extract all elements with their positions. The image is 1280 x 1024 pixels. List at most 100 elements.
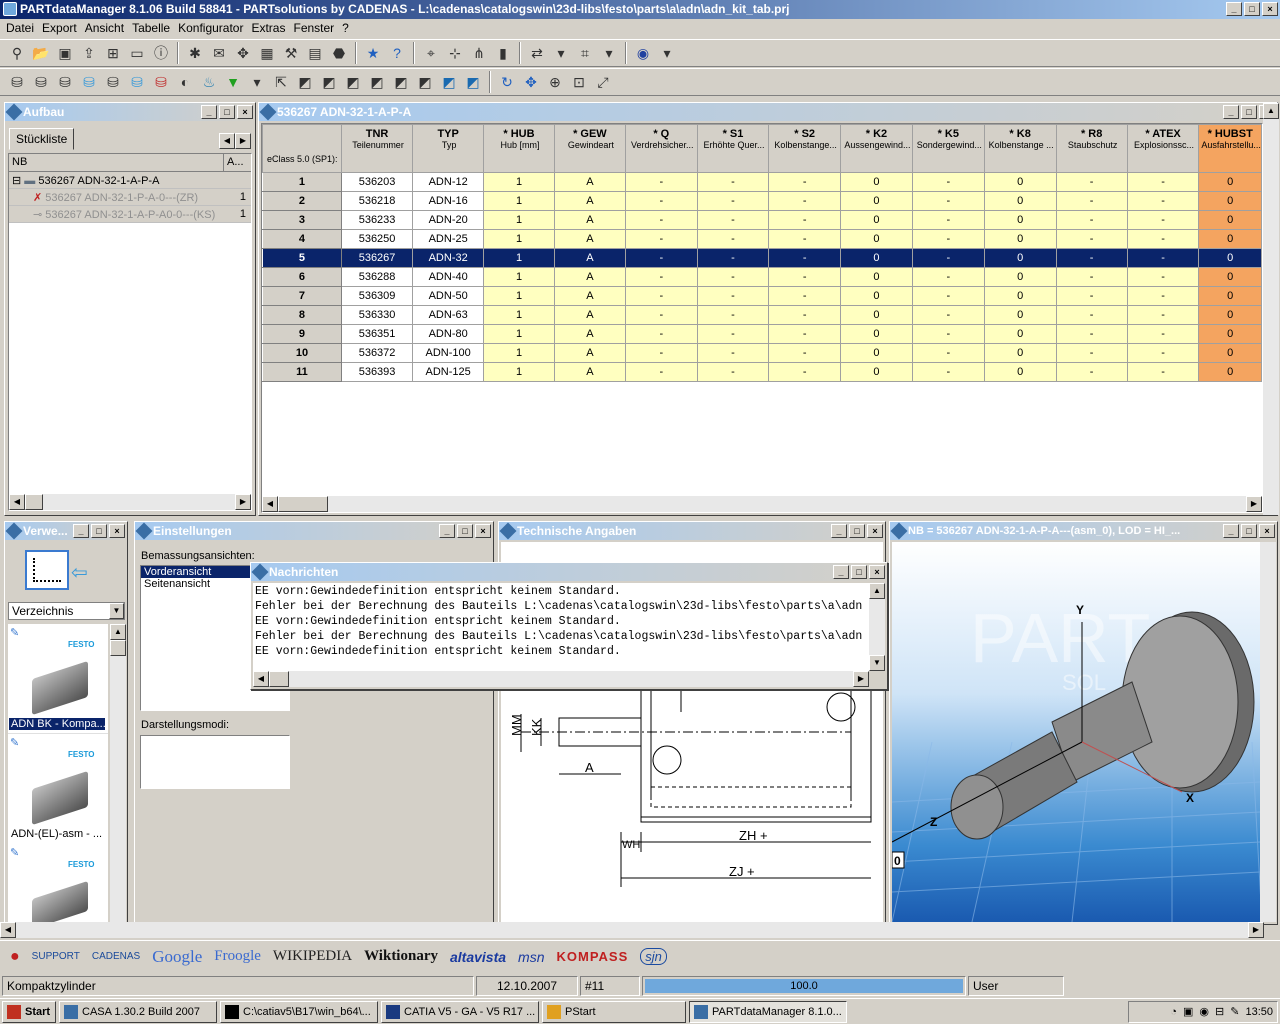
verzeichnis-dropdown[interactable]: Verzeichnis ▼ (8, 602, 125, 620)
table-cell[interactable]: ADN-32 (412, 248, 485, 268)
table-row[interactable]: 4 536250 ADN-25 1 A - - -0-0- -0 (262, 229, 1262, 249)
table-cell[interactable]: - (1126, 286, 1200, 306)
table-cell[interactable]: 536250 (340, 229, 414, 249)
table-row[interactable]: 7 536309 ADN-50 1 A - - -0-0- -0 (262, 286, 1262, 306)
table-cell[interactable]: 0 (840, 229, 913, 249)
2d-view-icon[interactable]: ▭ (126, 42, 148, 64)
table-cell[interactable]: - (624, 286, 698, 306)
table-cell[interactable]: ADN-20 (412, 210, 485, 230)
table-icon[interactable]: ▦ (256, 42, 278, 64)
row-number[interactable]: 9 (262, 324, 342, 344)
tray-icon[interactable]: ▣ (1183, 1005, 1193, 1018)
table-cell[interactable]: - (1055, 324, 1128, 344)
table-cell[interactable]: 0 (983, 324, 1057, 344)
column-header-a[interactable]: A... (224, 154, 249, 171)
table-cell[interactable]: - (1055, 191, 1128, 211)
close-button[interactable]: × (475, 524, 491, 538)
table-cell[interactable]: 1 (483, 191, 555, 211)
view-front-icon[interactable]: ◩ (294, 71, 316, 93)
view-iso-icon[interactable]: ◩ (438, 71, 460, 93)
table-cell[interactable]: - (1055, 343, 1128, 363)
scroll-thumb[interactable] (110, 640, 126, 656)
scroll-up-icon[interactable]: ▲ (869, 583, 885, 599)
table-cell[interactable]: 1 (483, 343, 555, 363)
table-cell[interactable]: 0 (983, 248, 1057, 268)
table-cell[interactable]: - (624, 191, 698, 211)
column-header[interactable]: * HUBST Ausfahrstellu... (1198, 124, 1262, 173)
directory-tree-icon[interactable] (25, 550, 69, 590)
binoculars-icon[interactable]: ⚲ (6, 42, 28, 64)
tab-scroll-right-icon[interactable]: ▶ (235, 133, 251, 149)
table-cell[interactable]: 1 (483, 172, 555, 192)
scroll-up-icon[interactable]: ▲ (1263, 103, 1279, 119)
table-cell[interactable]: - (768, 362, 842, 382)
scroll-up-icon[interactable]: ▲ (110, 624, 126, 640)
table-cell[interactable]: - (696, 172, 770, 192)
table-cell[interactable]: - (1126, 305, 1200, 325)
table-cell[interactable]: - (696, 248, 770, 268)
tray-icon[interactable]: ⊟ (1215, 1005, 1224, 1018)
row-number[interactable]: 5 (262, 248, 342, 268)
cadenas-logo-icon[interactable]: ● (10, 948, 20, 966)
table-cell[interactable]: 0 (1198, 324, 1262, 344)
table-cell[interactable]: 0 (1198, 210, 1262, 230)
clock[interactable]: 13:50 (1245, 1006, 1273, 1018)
pan-icon[interactable]: ✥ (520, 71, 542, 93)
table-cell[interactable]: 536267 (340, 248, 414, 268)
column-header[interactable]: * K5 Sondergewind... (911, 124, 985, 173)
table-cell[interactable]: 0 (840, 267, 913, 287)
scroll-left-icon[interactable]: ◀ (9, 494, 25, 510)
plugin-icon[interactable]: ✱ (184, 42, 206, 64)
table-cell[interactable]: 536218 (340, 191, 414, 211)
table-cell[interactable]: - (1126, 210, 1200, 230)
column-header[interactable]: TNR Teilenummer (340, 124, 414, 173)
menu-ansicht[interactable]: Ansicht (83, 19, 130, 37)
minimize-button[interactable]: _ (439, 524, 455, 538)
table-cell[interactable]: 1 (483, 248, 555, 268)
column-header[interactable]: * K8 Kolbenstange ... (983, 124, 1057, 173)
close-button[interactable]: × (867, 524, 883, 538)
table-cell[interactable]: - (624, 362, 698, 382)
workspace-hscrollbar[interactable]: ◀ ▶ (0, 922, 1264, 938)
table-cell[interactable]: - (624, 305, 698, 325)
taskbar-item[interactable]: C:\catiav5\B17\win_b64\... (220, 1000, 378, 1023)
table-cell[interactable]: - (696, 191, 770, 211)
table-cell[interactable]: - (911, 305, 985, 325)
table-cell[interactable]: ADN-80 (412, 324, 485, 344)
table-cell[interactable]: 0 (983, 343, 1057, 363)
star-icon[interactable]: ★ (362, 42, 384, 64)
erp-icon[interactable]: ⌗ (574, 42, 596, 64)
table-cell[interactable]: 536372 (340, 343, 414, 363)
table-cell[interactable]: 0 (1198, 172, 1262, 192)
table-cell[interactable]: A (553, 324, 626, 344)
link-froogle[interactable]: Froogle (214, 948, 261, 965)
table-cell[interactable]: - (911, 267, 985, 287)
table-cell[interactable]: 0 (1198, 248, 1262, 268)
table-cell[interactable]: - (911, 343, 985, 363)
table-cell[interactable]: 0 (840, 343, 913, 363)
view-iso2-icon[interactable]: ◩ (462, 71, 484, 93)
table-cell[interactable]: ADN-25 (412, 229, 485, 249)
table-cell[interactable]: 536393 (340, 362, 414, 382)
link-wikipedia[interactable]: WIKIPEDIA (273, 948, 352, 965)
table-cell[interactable]: ADN-125 (412, 362, 485, 382)
table-cell[interactable]: 0 (840, 286, 913, 306)
tray-icon[interactable]: ✎ (1230, 1005, 1239, 1018)
close-button[interactable]: × (1262, 2, 1278, 16)
table-cell[interactable]: ADN-100 (412, 343, 485, 363)
tab-stueckliste[interactable]: Stückliste (9, 128, 75, 150)
minimize-button[interactable]: _ (73, 524, 89, 538)
catalog-item[interactable]: ✎ FESTO (8, 844, 108, 930)
table-cell[interactable]: 0 (983, 229, 1057, 249)
table-cell[interactable]: 0 (1198, 191, 1262, 211)
column-header[interactable]: TYP Typ (412, 124, 485, 173)
cad-icon[interactable]: ▣ (54, 42, 76, 64)
minimize-button[interactable]: _ (1223, 524, 1239, 538)
table-cell[interactable]: - (624, 343, 698, 363)
vertical-scrollbar[interactable] (1260, 542, 1276, 922)
vertical-scrollbar[interactable]: ▲ (110, 624, 126, 924)
table-cell[interactable]: 1 (483, 267, 555, 287)
table-cell[interactable]: 536330 (340, 305, 414, 325)
modes-list[interactable] (140, 735, 290, 789)
link-sjn[interactable]: sjn (640, 948, 667, 965)
